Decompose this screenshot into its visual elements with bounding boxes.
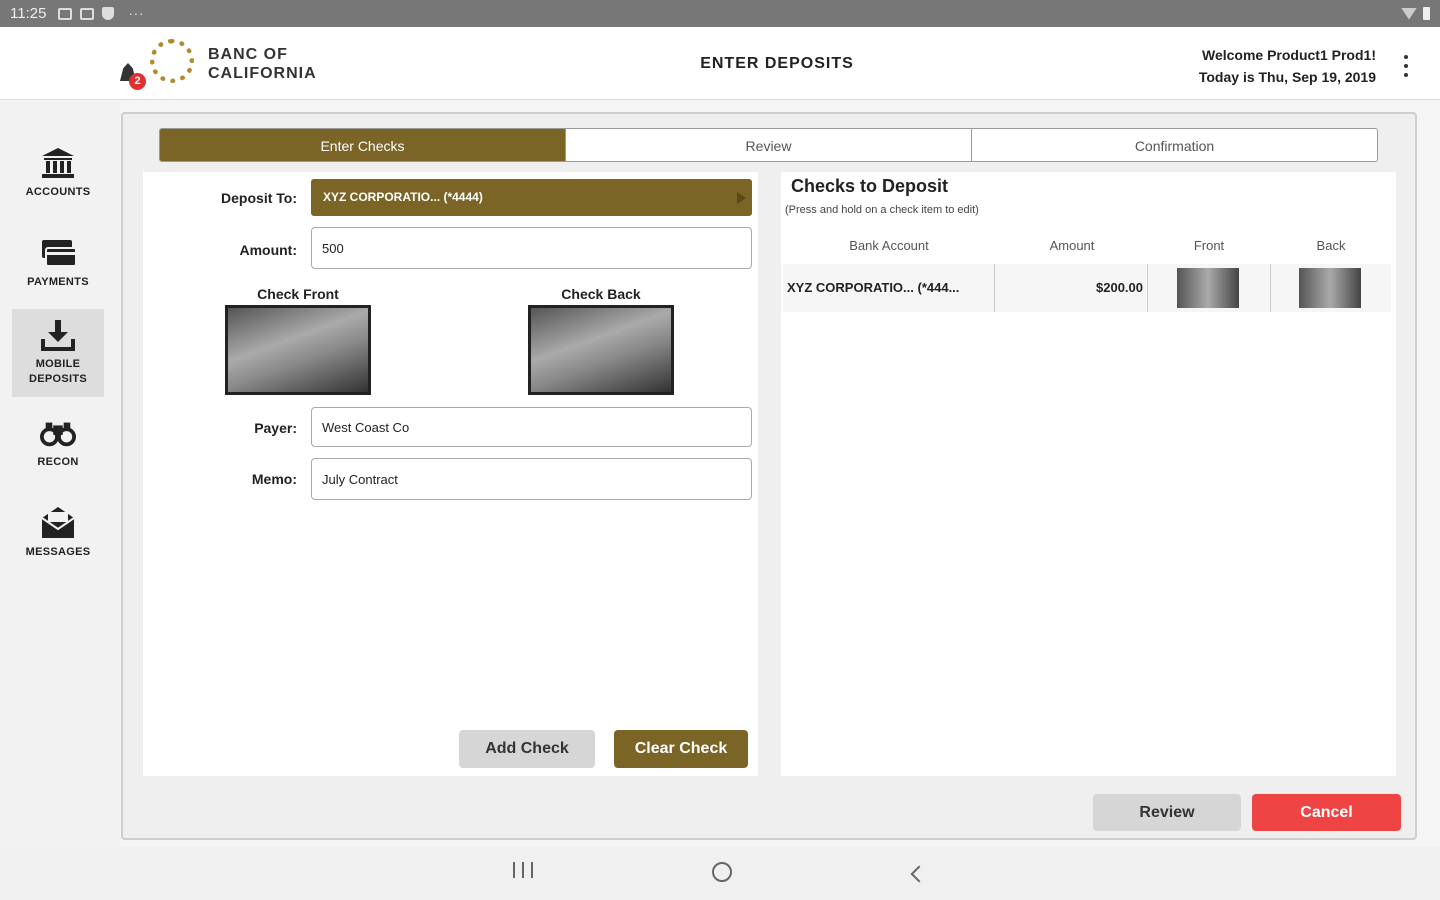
deposit-to-value: XYZ CORPORATIO... (*4444) [323,190,483,204]
nav-item-recon[interactable]: RECON [12,401,104,485]
shield-icon [102,7,115,20]
memo-input[interactable]: July Contract [311,458,752,500]
nav-item-messages[interactable]: MESSAGES [12,491,104,575]
side-nav: ACCOUNTS PAYMENTS MOBILE DEPOSITS RECON … [0,101,120,847]
system-nav-bar [0,847,1440,900]
status-right [1401,7,1430,20]
nav-label-recon: RECON [37,455,79,468]
deposit-row[interactable]: XYZ CORPORATIO... (*444... $200.00 [783,264,1391,312]
memo-label: Memo: [251,471,297,487]
more-notifications-icon: ··· [128,6,145,21]
amount-input[interactable]: 500 [311,227,752,269]
row-back-thumbnail [1299,268,1361,308]
dropdown-arrow-icon [737,192,746,204]
nav-label-payments: PAYMENTS [27,275,89,288]
payer-input[interactable]: West Coast Co [311,407,752,447]
col-header-bank-account: Bank Account [849,238,929,253]
col-header-front: Front [1193,238,1225,253]
checks-panel-hint: (Press and hold on a check item to edit) [785,204,979,216]
row-divider [1147,264,1148,312]
alert-count-badge: 2 [129,73,146,90]
status-time: 11:25 [10,5,47,22]
nav-item-mobile-deposits[interactable]: MOBILE DEPOSITS [12,309,104,397]
cancel-button[interactable]: Cancel [1252,794,1401,831]
welcome-block: Welcome Product1 Prod1! Today is Thu, Se… [1199,44,1376,88]
image-icon [80,7,95,20]
gallery-icon [58,7,73,20]
status-icons [58,7,115,20]
deposit-to-label: Deposit To: [221,190,297,206]
overflow-menu-icon[interactable] [1398,55,1414,77]
status-bar: 11:25 ··· [0,0,1440,27]
check-front-image[interactable] [225,305,371,395]
welcome-text: Welcome Product1 Prod1! [1201,47,1376,63]
row-bank-account: XYZ CORPORATIO... (*444... [787,280,960,295]
wifi-icon [1401,7,1417,20]
battery-icon [1423,7,1430,20]
row-front-thumbnail [1177,268,1239,308]
home-icon[interactable] [712,862,732,882]
nav-label-mobile-deposits: MOBILE DEPOSITS [28,358,88,385]
checks-panel-title: Checks to Deposit [791,176,949,196]
checks-to-deposit-panel [781,172,1396,776]
step-review: Review [566,129,972,161]
envelope-icon [40,506,76,539]
review-button[interactable]: Review [1093,794,1241,831]
step-confirmation: Confirmation [1134,138,1215,154]
memo-value: July Contract [322,471,398,487]
nav-item-accounts[interactable]: ACCOUNTS [12,131,104,215]
clear-check-button[interactable]: Clear Check [614,730,748,768]
payer-label: Payer: [254,420,297,436]
step-enter-checks: Enter Checks [160,129,566,161]
payer-value: West Coast Co [322,419,410,435]
bank-icon [40,147,76,179]
app-header: 2 BANC OF CALIFORNIA ENTER DEPOSITS Welc… [0,27,1440,100]
back-icon[interactable] [910,865,928,883]
nav-label-messages: MESSAGES [25,545,91,558]
deposit-to-select[interactable]: XYZ CORPORATIO... (*4444) [311,179,752,216]
amount-value: 500 [322,240,344,256]
check-front-label: Check Front [257,286,339,302]
col-header-amount: Amount [1049,238,1095,253]
amount-label: Amount: [239,242,297,258]
binoculars-icon [40,417,76,449]
nav-label-accounts: ACCOUNTS [25,185,91,198]
row-divider [994,264,995,312]
nav-item-payments[interactable]: PAYMENTS [12,221,104,305]
recent-apps-icon[interactable] [513,862,533,880]
check-back-image[interactable] [528,305,674,395]
cards-icon [40,237,76,269]
col-header-back: Back [1316,238,1346,253]
row-divider [1270,264,1271,312]
add-check-button[interactable]: Add Check [459,730,595,768]
step-indicator: Enter Checks Review Confirmation [159,128,1378,162]
check-back-label: Check Back [561,286,641,302]
row-amount: $200.00 [1096,280,1143,295]
date-text: Today is Thu, Sep 19, 2019 [1198,69,1376,85]
download-tray-icon [40,319,76,351]
